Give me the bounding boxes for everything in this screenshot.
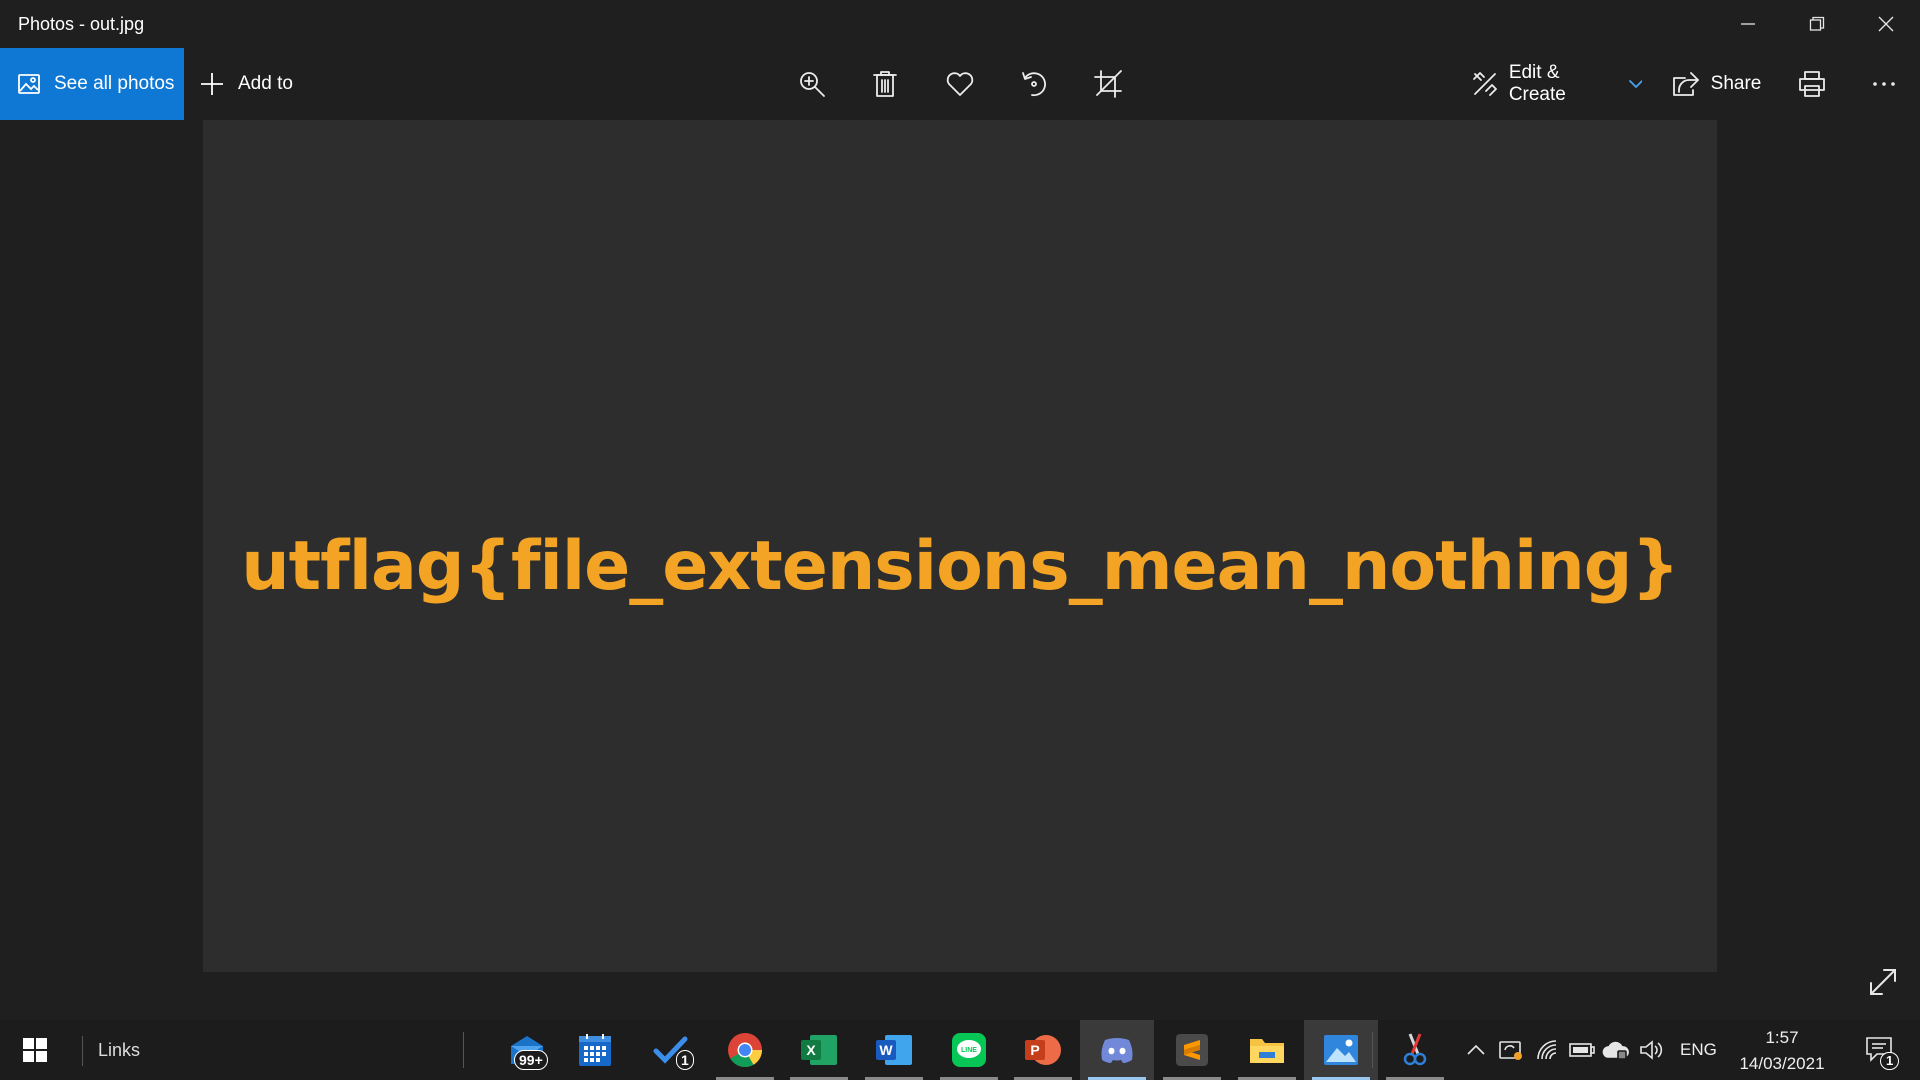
edit-create-icon: [1473, 72, 1497, 96]
cloud-icon: [1602, 1041, 1629, 1060]
fullscreen-button[interactable]: [1868, 967, 1898, 1002]
favorite-button[interactable]: [940, 48, 980, 120]
window-title: Photos - out.jpg: [18, 13, 145, 34]
restore-icon: [1809, 16, 1824, 31]
taskbar-app-snipping-tool[interactable]: [1378, 1020, 1452, 1080]
rotate-icon: [1022, 72, 1046, 97]
share-label: Share: [1710, 73, 1762, 94]
language-indicator[interactable]: ENG: [1680, 1020, 1717, 1080]
printer-icon: [1799, 71, 1825, 97]
taskbar-app-photos[interactable]: [1304, 1020, 1378, 1080]
share-button[interactable]: Share: [1672, 48, 1762, 120]
taskbar-app-excel[interactable]: X: [782, 1020, 856, 1080]
chevron-down-icon: [1628, 80, 1642, 88]
photo-text: utflag{file_extensions_mean_nothing}: [241, 526, 1680, 606]
word-icon: W: [876, 1035, 912, 1065]
taskbar-app-file-explorer[interactable]: [1230, 1020, 1304, 1080]
clock-date: 14/03/2021: [1739, 1054, 1825, 1073]
rotate-button[interactable]: [1014, 48, 1054, 120]
photo-icon: [18, 74, 40, 94]
ellipsis-icon: [1873, 82, 1895, 86]
action-center-button[interactable]: 1: [1850, 1020, 1910, 1080]
taskbar-app-mail[interactable]: 99+: [490, 1020, 564, 1080]
edit-create-button[interactable]: Edit & Create: [1472, 48, 1642, 120]
zoom-in-icon: [800, 72, 825, 97]
volume-icon: [1640, 1040, 1663, 1060]
discord-icon: [1101, 1038, 1133, 1063]
expand-icon: [1870, 969, 1896, 995]
sublime-text-icon: [1176, 1034, 1208, 1066]
sync-icon: [1499, 1041, 1522, 1060]
edit-create-label: Edit & Create: [1508, 62, 1566, 105]
plus-icon: [201, 73, 223, 95]
taskbar-app-line[interactable]: LINE: [932, 1020, 1006, 1080]
delete-icon: [873, 71, 897, 97]
close-icon: [1878, 16, 1893, 32]
wifi-icon: [1537, 1040, 1557, 1060]
more-options-button[interactable]: [1864, 48, 1904, 120]
taskbar-app-chrome[interactable]: [708, 1020, 782, 1080]
photo-viewer: utflag{file_extensions_mean_nothing}: [0, 120, 1920, 1020]
svg-text:LINE: LINE: [961, 1047, 977, 1054]
svg-text:P: P: [1030, 1042, 1039, 1058]
chevron-up-icon: [1467, 1044, 1485, 1055]
taskbar-app-sublime-text[interactable]: [1155, 1020, 1229, 1080]
title-bar: Photos - out.jpg: [0, 0, 1920, 48]
svg-text:X: X: [806, 1042, 816, 1058]
tray-sync[interactable]: [1495, 1020, 1527, 1080]
tray-onedrive[interactable]: [1600, 1020, 1632, 1080]
share-icon: [1672, 72, 1699, 96]
tray-wifi[interactable]: [1532, 1020, 1564, 1080]
add-to-label: Add to: [238, 73, 293, 94]
print-button[interactable]: [1792, 48, 1832, 120]
links-toolbar[interactable]: Links: [98, 1020, 140, 1080]
taskbar: Links 99+ 1 X W LINE P ENG 1:57 14/03/20…: [0, 1020, 1920, 1080]
taskbar-app-word[interactable]: W: [857, 1020, 931, 1080]
clock-time: 1:57: [1765, 1028, 1799, 1047]
windows-icon: [23, 1038, 47, 1062]
taskbar-app-todo[interactable]: 1: [634, 1020, 708, 1080]
svg-text:W: W: [879, 1042, 893, 1058]
restore-button[interactable]: [1782, 0, 1851, 48]
zoom-in-button[interactable]: [792, 48, 832, 120]
crop-button[interactable]: [1088, 48, 1128, 120]
minimize-icon: [1740, 23, 1755, 25]
line-icon: LINE: [952, 1033, 986, 1067]
add-to-button[interactable]: Add to: [200, 48, 293, 120]
crop-icon: [1094, 70, 1122, 98]
minimize-button[interactable]: [1713, 0, 1782, 48]
photos-app-icon: [1324, 1035, 1358, 1065]
tray-volume[interactable]: [1636, 1020, 1668, 1080]
delete-button[interactable]: [865, 48, 905, 120]
taskbar-app-powerpoint[interactable]: P: [1006, 1020, 1080, 1080]
taskbar-app-calendar[interactable]: [558, 1020, 632, 1080]
toolbar: See all photos Add to Edit & Create Shar…: [0, 48, 1920, 120]
todo-badge: 1: [676, 1050, 694, 1070]
favorite-icon: [946, 72, 974, 96]
calendar-icon: [579, 1034, 611, 1066]
excel-icon: X: [801, 1035, 837, 1065]
scissors-icon: [1403, 1033, 1427, 1066]
taskbar-separator: [463, 1032, 464, 1068]
notification-badge: 1: [1880, 1052, 1900, 1070]
mail-badge: 99+: [514, 1050, 548, 1070]
see-all-photos-label: See all photos: [54, 73, 175, 94]
start-button[interactable]: [0, 1020, 70, 1080]
folder-icon: [1250, 1039, 1284, 1063]
tray-battery[interactable]: [1566, 1020, 1598, 1080]
taskbar-app-discord[interactable]: [1080, 1020, 1154, 1080]
show-hidden-icons-button[interactable]: [1460, 1020, 1492, 1080]
chrome-icon: [728, 1033, 762, 1067]
battery-icon: [1569, 1043, 1595, 1057]
clock[interactable]: 1:57 14/03/2021: [1722, 1025, 1842, 1077]
powerpoint-icon: P: [1025, 1035, 1061, 1065]
taskbar-separator: [1372, 1032, 1373, 1068]
see-all-photos-button[interactable]: See all photos: [0, 48, 184, 120]
close-button[interactable]: [1851, 0, 1920, 48]
photo-image[interactable]: utflag{file_extensions_mean_nothing}: [203, 120, 1717, 972]
taskbar-separator: [82, 1036, 83, 1066]
